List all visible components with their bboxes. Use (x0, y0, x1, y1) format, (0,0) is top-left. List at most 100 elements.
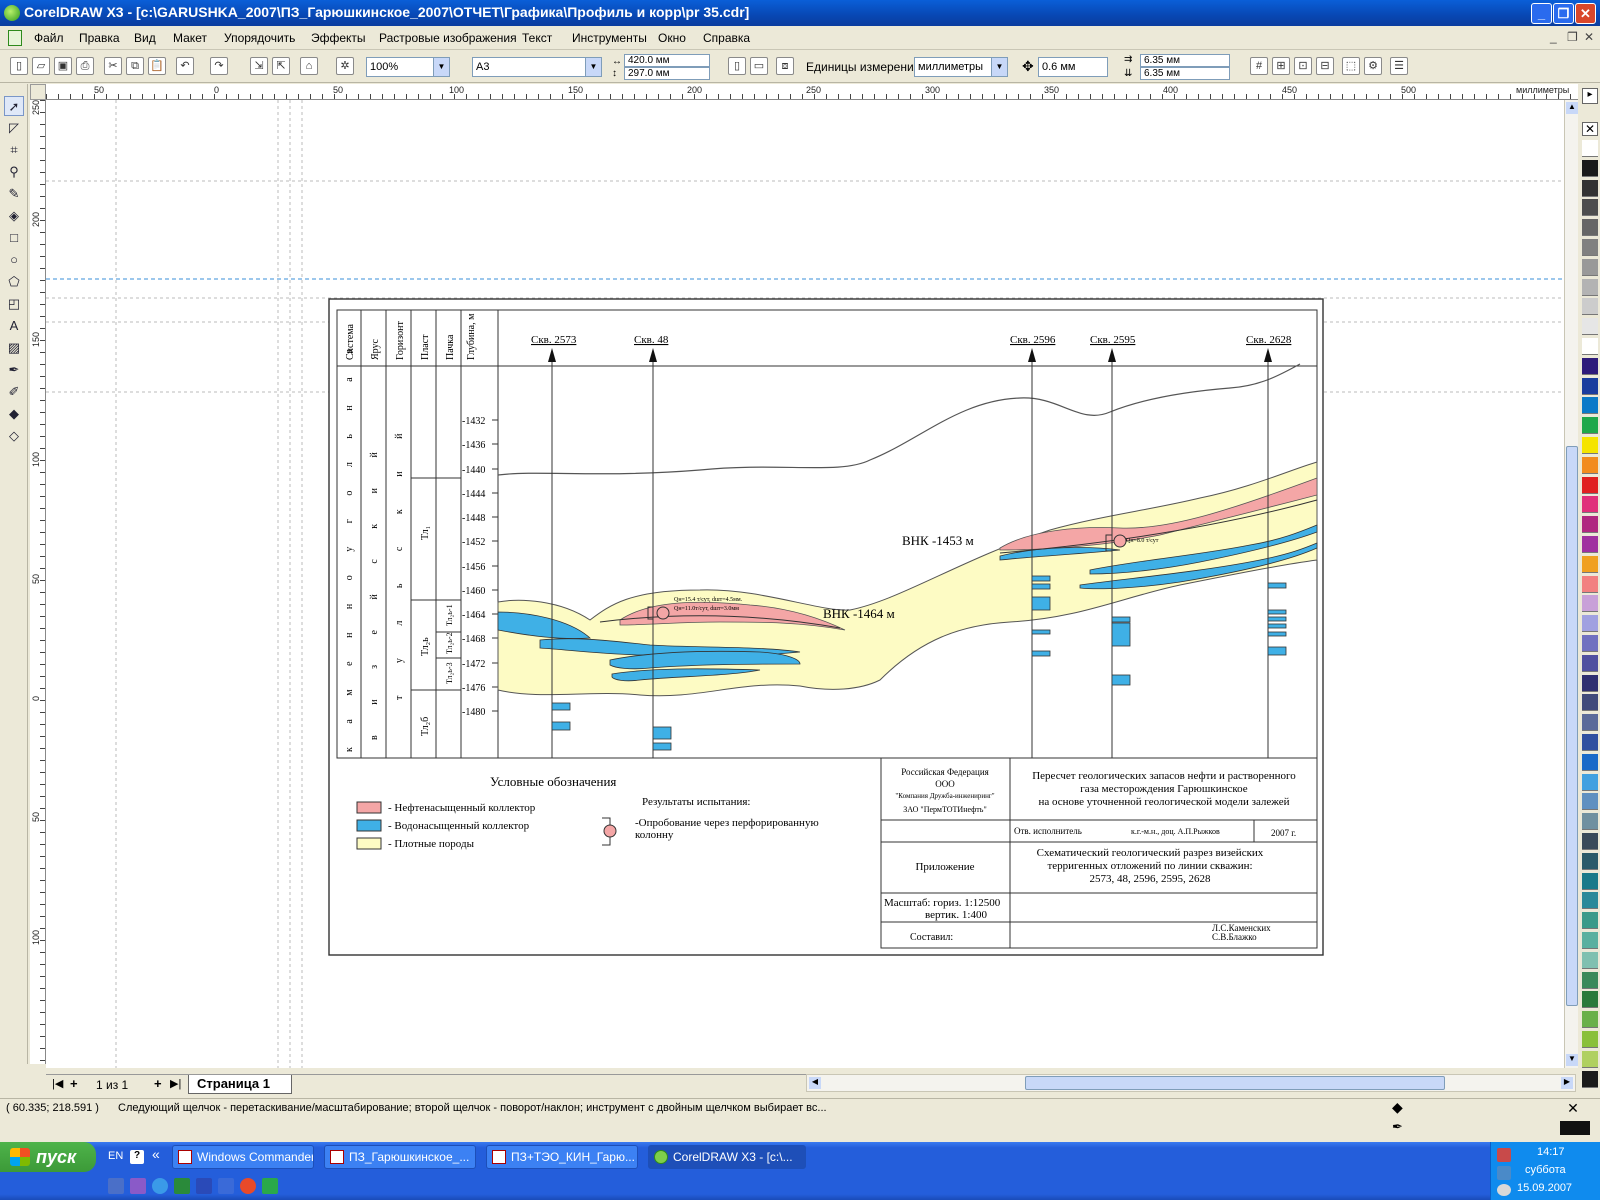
palette-swatch[interactable] (1582, 417, 1598, 435)
palette-swatch[interactable] (1582, 1050, 1598, 1068)
palette-swatch[interactable] (1582, 971, 1598, 989)
menu-file[interactable]: Файл (34, 31, 64, 45)
shape-tool-icon[interactable]: ◸ (4, 118, 24, 138)
palette-swatch[interactable] (1582, 555, 1598, 573)
palette-swatch[interactable] (1582, 239, 1598, 256)
media-icon[interactable] (130, 1178, 146, 1194)
palette-swatch[interactable] (1582, 476, 1598, 494)
palette-swatch[interactable] (1582, 140, 1598, 157)
zoom-combo[interactable]: 100% ▼ (366, 57, 450, 77)
vertical-scrollbar[interactable]: ▲ ▼ (1564, 100, 1578, 1068)
palette-swatch[interactable] (1582, 654, 1598, 672)
snap-objects-icon[interactable]: ⊡ (1294, 57, 1312, 75)
save-icon[interactable]: ▣ (54, 57, 72, 75)
vertical-scroll-thumb[interactable] (1566, 446, 1578, 1006)
minimize-button[interactable]: _ (1531, 3, 1552, 24)
clock-time[interactable]: 14:17 (1537, 1146, 1565, 1158)
palette-swatch[interactable] (1582, 1070, 1598, 1088)
add-page-before-icon[interactable]: + (70, 1076, 78, 1091)
excel-shortcut-icon[interactable] (262, 1178, 278, 1194)
palette-swatch[interactable] (1582, 694, 1598, 712)
undo-icon[interactable]: ↶ (176, 57, 194, 75)
rectangle-tool-icon[interactable]: □ (4, 228, 24, 248)
page-tab[interactable]: Страница 1 (188, 1075, 292, 1094)
palette-swatch[interactable] (1582, 833, 1598, 850)
palette-swatch[interactable] (1582, 674, 1598, 692)
tray-icon-2[interactable] (1497, 1166, 1511, 1180)
scroll-up-icon[interactable]: ▲ (1566, 102, 1578, 114)
ellipse-tool-icon[interactable]: ○ (4, 250, 24, 270)
menu-help[interactable]: Справка (703, 31, 750, 45)
horizontal-scroll-thumb[interactable] (1025, 1076, 1445, 1090)
polygon-tool-icon[interactable]: ⬠ (4, 272, 24, 292)
menu-view[interactable]: Вид (134, 31, 156, 45)
duplicate-x-field[interactable]: 6.35 мм (1140, 54, 1230, 67)
palette-swatch[interactable] (1582, 298, 1598, 316)
redo-icon[interactable]: ↷ (210, 57, 228, 75)
start-button[interactable]: пуск (0, 1142, 96, 1172)
excel-icon[interactable] (174, 1178, 190, 1194)
smart-fill-tool-icon[interactable]: ◈ (4, 206, 24, 226)
palette-swatch[interactable] (1582, 1011, 1598, 1029)
palette-swatch[interactable] (1582, 991, 1598, 1009)
palette-swatch[interactable] (1582, 377, 1598, 395)
palette-swatch[interactable] (1582, 179, 1598, 197)
ruler-corner[interactable] (30, 84, 46, 100)
palette-swatch[interactable] (1582, 159, 1598, 177)
drawing-canvas[interactable]: Система Ярус Горизонт Пласт Пачка Глубин… (46, 100, 1564, 1068)
all-pages-icon[interactable]: ⧈ (776, 57, 794, 75)
chevron-down-icon[interactable]: ▼ (433, 58, 449, 76)
browser-icon[interactable] (152, 1178, 168, 1194)
palette-swatch[interactable] (1582, 892, 1598, 910)
menu-window[interactable]: Окно (658, 31, 686, 45)
palette-swatch[interactable] (1582, 199, 1598, 217)
restore-button[interactable]: ❐ (1553, 3, 1574, 24)
vertical-ruler[interactable]: 250 200 150 100 50 0 50 100 (30, 100, 46, 1064)
page-height-field[interactable]: 297.0 мм (624, 67, 710, 80)
close-button[interactable]: ✕ (1575, 3, 1596, 24)
task-word-doc-1[interactable]: ПЗ_Гарюшкинское_... (324, 1145, 476, 1169)
menu-edit[interactable]: Правка (79, 31, 120, 45)
palette-swatch[interactable] (1582, 773, 1598, 791)
palette-swatch[interactable] (1582, 397, 1598, 415)
launcher-icon[interactable]: ⌂ (300, 57, 318, 75)
palette-swatch[interactable] (1582, 318, 1598, 336)
scroll-down-icon[interactable]: ▼ (1566, 1054, 1578, 1066)
mdi-close-icon[interactable]: ✕ (1584, 30, 1594, 44)
zoom-tool-icon[interactable]: ⚲ (4, 162, 24, 182)
eyedropper-tool-icon[interactable]: ✒ (4, 360, 24, 380)
menu-text[interactable]: Текст (522, 31, 552, 45)
chevron-down-icon[interactable]: ▼ (585, 58, 601, 76)
palette-swatch[interactable] (1582, 219, 1598, 237)
snap-grid-icon[interactable]: # (1250, 57, 1268, 75)
tray-icon-1[interactable] (1497, 1148, 1511, 1162)
corel-online-icon[interactable]: ✲ (336, 57, 354, 75)
import-icon[interactable]: ⇲ (250, 57, 268, 75)
page-size-combo[interactable]: A3 ▼ (472, 57, 602, 77)
palette-swatch[interactable] (1582, 1031, 1598, 1048)
palette-swatch[interactable] (1582, 437, 1598, 454)
quick-launch-expand-icon[interactable]: « (152, 1146, 160, 1162)
export-icon[interactable]: ⇱ (272, 57, 290, 75)
mdi-minimize-icon[interactable]: _ (1550, 30, 1557, 44)
desktop-icon[interactable] (108, 1178, 124, 1194)
pick-tool-icon[interactable]: ➚ (4, 96, 24, 116)
no-fill-icon[interactable]: ✕ (1582, 122, 1598, 136)
word-icon[interactable] (196, 1178, 212, 1194)
palette-swatch[interactable] (1582, 852, 1598, 870)
app-icon[interactable] (240, 1178, 256, 1194)
palette-swatch[interactable] (1582, 932, 1598, 949)
help-tray-icon[interactable]: ? (130, 1150, 144, 1164)
copy-icon[interactable]: ⧉ (126, 57, 144, 75)
add-page-after-icon[interactable]: + (154, 1076, 162, 1091)
print-icon[interactable]: ⎙ (76, 57, 94, 75)
landscape-icon[interactable]: ▭ (750, 57, 768, 75)
palette-swatch[interactable] (1582, 338, 1598, 355)
palette-swatch[interactable] (1582, 456, 1598, 474)
toolbar-options-icon[interactable]: ☰ (1390, 57, 1408, 75)
open-icon[interactable]: ▱ (32, 57, 50, 75)
snap-guides-icon[interactable]: ⊞ (1272, 57, 1290, 75)
options-icon[interactable]: ⚙ (1364, 57, 1382, 75)
palette-swatch[interactable] (1582, 753, 1598, 771)
palette-swatch[interactable] (1582, 258, 1598, 276)
